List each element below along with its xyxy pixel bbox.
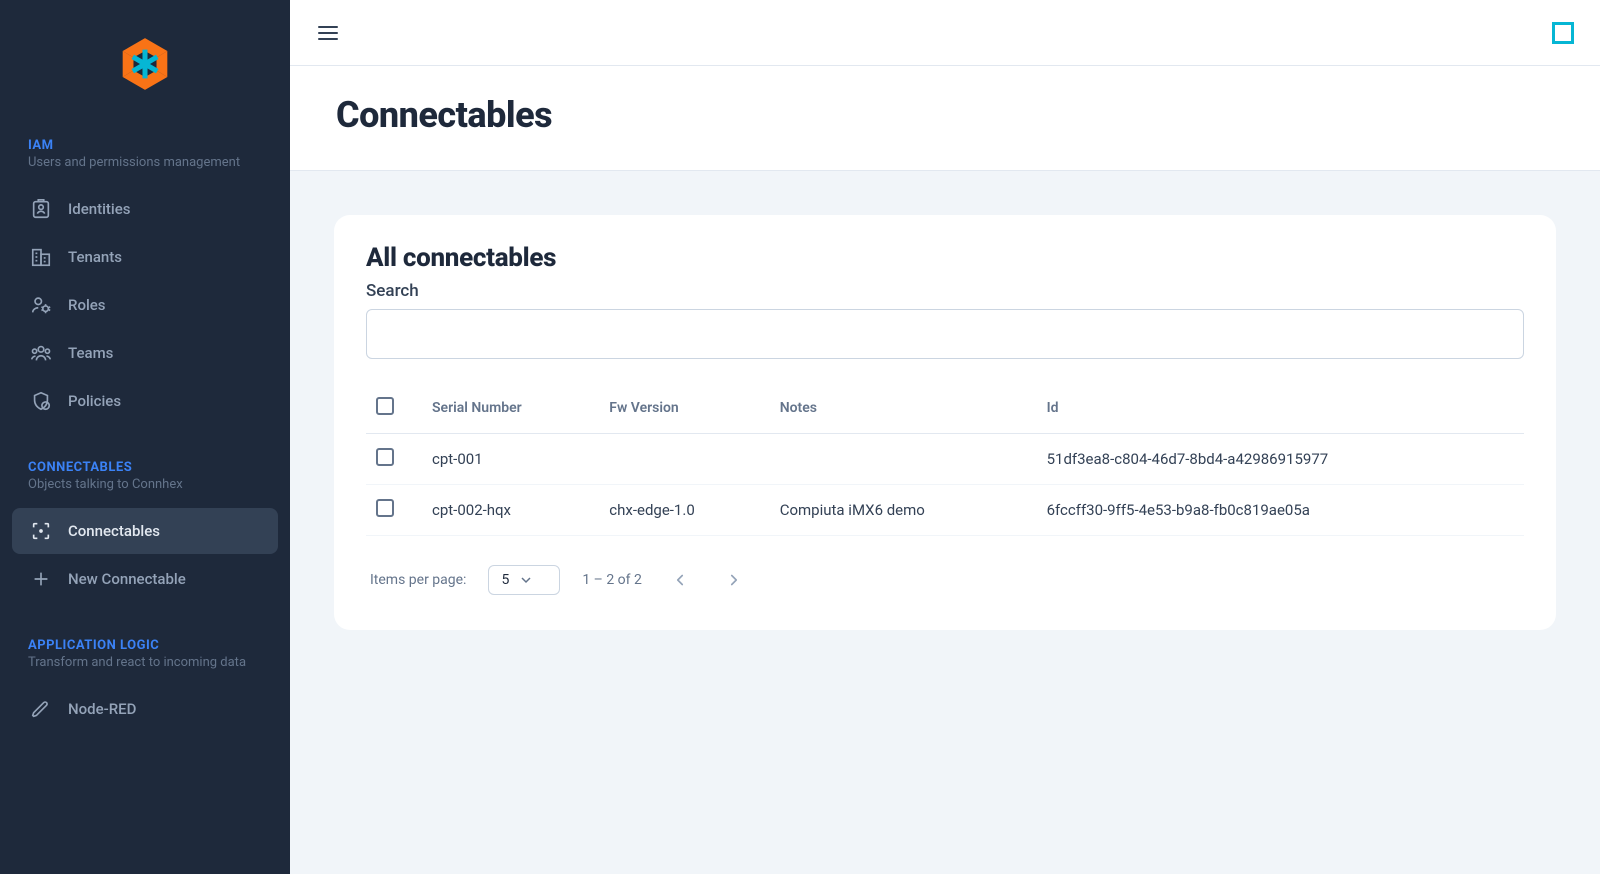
section-title: IAM	[28, 138, 262, 153]
sidebar-item-identities[interactable]: Identities	[12, 186, 278, 232]
row-checkbox[interactable]	[376, 448, 394, 466]
section-title: APPLICATION LOGIC	[28, 638, 262, 653]
row-checkbox[interactable]	[376, 499, 394, 517]
sidebar-section-connectables: CONNECTABLES Objects talking to Connhex	[0, 460, 290, 508]
col-notes[interactable]: Notes	[770, 383, 1037, 434]
user-cog-icon	[30, 294, 52, 316]
sidebar-item-teams[interactable]: Teams	[12, 330, 278, 376]
items-per-page-value: 5	[501, 572, 509, 588]
scan-icon	[30, 520, 52, 542]
chevron-down-icon	[521, 575, 531, 585]
building-icon	[30, 246, 52, 268]
cell-id: 6fccff30-9ff5-4e53-b9a8-fb0c819ae05a	[1037, 485, 1524, 536]
table-row[interactable]: cpt-001 51df3ea8-c804-46d7-8bd4-a42986915…	[366, 434, 1524, 485]
plus-icon	[30, 568, 52, 590]
sidebar-item-nodered[interactable]: Node-RED	[12, 686, 278, 732]
section-subtitle: Transform and react to incoming data	[28, 655, 262, 672]
section-title: CONNECTABLES	[28, 460, 262, 475]
cell-serial: cpt-001	[422, 434, 599, 485]
nav-list-applogic: Node-RED	[0, 686, 290, 734]
pagination: Items per page: 5 1 – 2 of 2	[366, 558, 1524, 602]
section-subtitle: Users and permissions management	[28, 155, 262, 172]
connectables-table: Serial Number Fw Version Notes Id cpt-00…	[366, 383, 1524, 536]
prev-page-button[interactable]	[664, 564, 696, 596]
fullscreen-button[interactable]	[1552, 22, 1574, 44]
nav-list-iam: Identities Tenants Roles Teams Policies	[0, 186, 290, 426]
connectables-card: All connectables Search Serial Number Fw…	[334, 215, 1556, 630]
items-per-page-label: Items per page:	[370, 572, 466, 588]
col-fw[interactable]: Fw Version	[599, 383, 769, 434]
shield-icon	[30, 390, 52, 412]
table-row[interactable]: cpt-002-hqxchx-edge-1.0Compiuta iMX6 dem…	[366, 485, 1524, 536]
sidebar-item-connectables[interactable]: Connectables	[12, 508, 278, 554]
topbar	[290, 0, 1600, 66]
page-header: Connectables	[290, 66, 1600, 171]
cell-notes: Compiuta iMX6 demo	[770, 485, 1037, 536]
section-subtitle: Objects talking to Connhex	[28, 477, 262, 494]
cell-id: 51df3ea8-c804-46d7-8bd4-a42986915977	[1037, 434, 1524, 485]
sidebar-section-applogic: APPLICATION LOGIC Transform and react to…	[0, 638, 290, 686]
next-page-button[interactable]	[718, 564, 750, 596]
sidebar-item-label: Connectables	[68, 522, 160, 540]
sidebar-item-policies[interactable]: Policies	[12, 378, 278, 424]
app-logo-icon	[109, 28, 181, 100]
col-id[interactable]: Id	[1037, 383, 1524, 434]
search-label: Search	[366, 281, 1524, 301]
cell-fw	[599, 434, 769, 485]
cell-fw: chx-edge-1.0	[599, 485, 769, 536]
sidebar: IAM Users and permissions management Ide…	[0, 0, 290, 874]
sidebar-item-label: New Connectable	[68, 570, 186, 588]
card-title: All connectables	[366, 243, 1524, 273]
main: Connectables All connectables Search Ser…	[290, 0, 1600, 874]
sidebar-item-new-connectable[interactable]: New Connectable	[12, 556, 278, 602]
id-card-icon	[30, 198, 52, 220]
sidebar-item-label: Teams	[68, 344, 113, 362]
pagination-range: 1 – 2 of 2	[582, 572, 642, 588]
cell-notes	[770, 434, 1037, 485]
cell-serial: cpt-002-hqx	[422, 485, 599, 536]
content: All connectables Search Serial Number Fw…	[290, 171, 1600, 674]
nav-list-connectables: Connectables New Connectable	[0, 508, 290, 604]
chevron-left-icon	[671, 571, 689, 589]
col-serial[interactable]: Serial Number	[422, 383, 599, 434]
logo	[0, 0, 290, 138]
items-per-page-select[interactable]: 5	[488, 565, 560, 595]
menu-toggle-button[interactable]	[316, 21, 340, 45]
hamburger-icon	[316, 21, 340, 45]
page-title: Connectables	[336, 94, 1554, 136]
search-input[interactable]	[366, 309, 1524, 359]
sidebar-item-label: Roles	[68, 296, 106, 314]
sidebar-section-iam: IAM Users and permissions management	[0, 138, 290, 186]
pencil-icon	[30, 698, 52, 720]
col-checkbox	[366, 383, 422, 434]
sidebar-item-label: Policies	[68, 392, 121, 410]
sidebar-item-label: Node-RED	[68, 700, 136, 718]
sidebar-item-roles[interactable]: Roles	[12, 282, 278, 328]
sidebar-item-tenants[interactable]: Tenants	[12, 234, 278, 280]
users-icon	[30, 342, 52, 364]
select-all-checkbox[interactable]	[376, 397, 394, 415]
chevron-right-icon	[725, 571, 743, 589]
sidebar-item-label: Identities	[68, 200, 130, 218]
sidebar-item-label: Tenants	[68, 248, 122, 266]
